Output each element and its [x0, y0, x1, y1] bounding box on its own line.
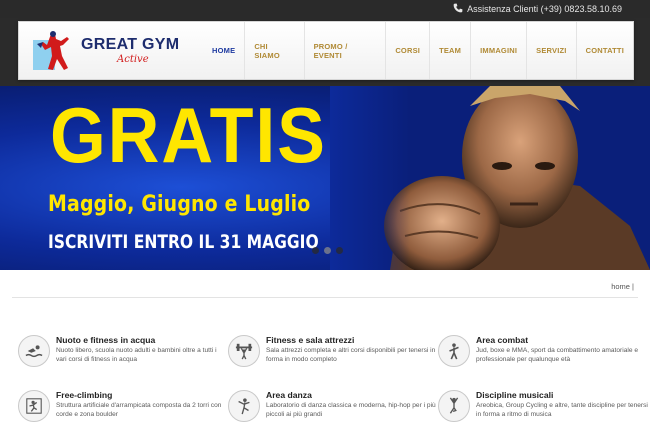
slider-dots — [312, 247, 343, 254]
service-item[interactable]: Free-climbing Struttura artificiale d'ar… — [18, 390, 221, 434]
nav-immagini[interactable]: IMMAGINI — [470, 22, 526, 79]
service-item[interactable]: Fitness e sala attrezzi Sala attrezzi co… — [228, 335, 435, 379]
service-title: Nuoto e fitness in acqua — [56, 335, 156, 345]
slider-dot[interactable] — [336, 247, 343, 254]
service-title: Fitness e sala attrezzi — [266, 335, 355, 345]
hero-note: ISCRIVITI ENTRO IL 31 MAGGIO — [48, 232, 319, 253]
hero-slider[interactable]: GRATIS Maggio, Giugno e Luglio ISCRIVITI… — [0, 86, 650, 270]
nav-chi-siamo[interactable]: CHI SIAMO — [244, 22, 303, 79]
nav-home[interactable]: HOME — [203, 22, 244, 79]
site-logo[interactable]: GREAT GYM Active — [31, 28, 181, 74]
service-desc: Struttura artificiale d'arrampicata comp… — [56, 402, 222, 418]
hero-title: GRATIS — [50, 91, 327, 179]
weightlifting-icon — [228, 335, 260, 367]
slider-dot[interactable] — [312, 247, 319, 254]
logo-text: GREAT GYM — [81, 36, 180, 53]
nav-team[interactable]: TEAM — [429, 22, 470, 79]
customer-service-contact[interactable]: Assistenza Clienti (+39) 0823.58.10.69 — [453, 3, 622, 15]
service-item[interactable]: Area combat Jud, boxe e MMA, sport da co… — [438, 335, 638, 379]
yoga-icon — [438, 390, 470, 422]
contact-text: Assistenza Clienti (+39) 0823.58.10.69 — [467, 4, 622, 14]
combat-icon — [438, 335, 470, 367]
top-bar: Assistenza Clienti (+39) 0823.58.10.69 — [0, 0, 650, 18]
service-item[interactable]: Discipline musicali Areobica, Group Cycl… — [438, 390, 648, 434]
boxer-photo — [330, 86, 650, 270]
service-title: Area danza — [266, 390, 312, 400]
logo-subtext: Active — [117, 54, 149, 65]
service-item[interactable]: Nuoto e fitness in acqua Nuoto libero, s… — [18, 335, 218, 379]
nav-contatti[interactable]: CONTATTI — [575, 22, 633, 79]
service-item[interactable]: Area danza Laboratorio di danza classica… — [228, 390, 436, 434]
phone-icon — [453, 3, 463, 15]
service-desc: Areobica, Group Cycling e altre, tante d… — [476, 402, 648, 418]
service-desc: Sala attrezzi completa e altri corsi dis… — [266, 347, 436, 363]
service-title: Discipline musicali — [476, 390, 554, 400]
service-desc: Nuoto libero, scuola nuoto adulti e bamb… — [56, 347, 217, 363]
climbing-icon — [18, 390, 50, 422]
nav-promo-eventi[interactable]: PROMO / EVENTI — [303, 22, 386, 79]
slider-dot[interactable] — [324, 247, 331, 254]
service-title: Area combat — [476, 335, 529, 345]
service-title: Free-climbing — [56, 390, 113, 400]
swimmer-icon — [18, 335, 50, 367]
nav-servizi[interactable]: SERVIZI — [526, 22, 575, 79]
service-desc: Laboratorio di danza classica e moderna,… — [266, 402, 436, 418]
dance-icon — [228, 390, 260, 422]
site-header: GREAT GYM Active HOME CHI SIAMO PROMO / … — [18, 21, 634, 80]
hero-subtitle: Maggio, Giugno e Luglio — [48, 192, 311, 217]
logo-figure-icon — [33, 31, 69, 70]
divider — [12, 297, 638, 298]
service-desc: Jud, boxe e MMA, sport da combattimento … — [476, 347, 638, 363]
main-nav: HOME CHI SIAMO PROMO / EVENTI CORSI TEAM… — [203, 22, 633, 79]
nav-corsi[interactable]: CORSI — [385, 22, 429, 79]
breadcrumb[interactable]: home | — [611, 282, 634, 291]
